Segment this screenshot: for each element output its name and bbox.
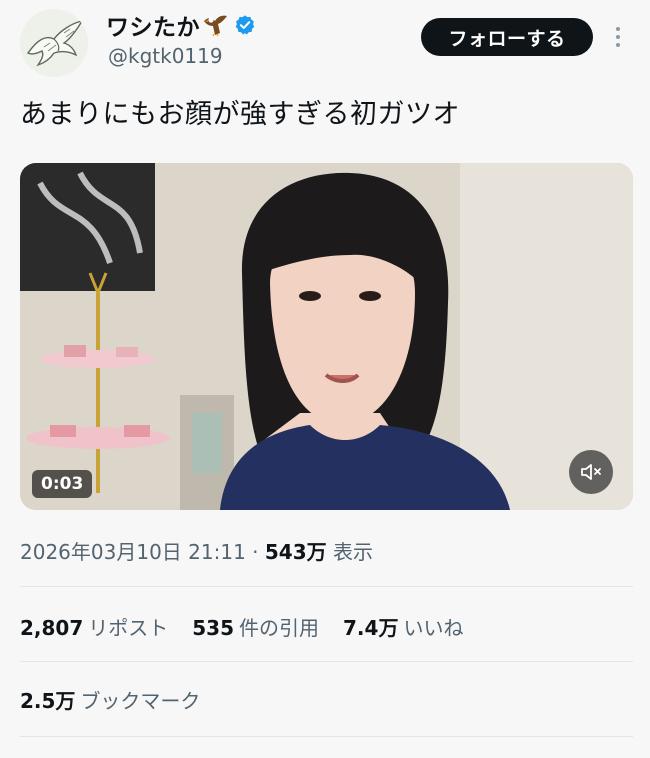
tweet-timestamp[interactable]: 2026年03月10日 21:11 <box>20 540 246 564</box>
divider <box>20 736 633 737</box>
bookmarks-count: 2.5万 <box>20 689 76 713</box>
tweet-meta: 2026年03月10日 21:11 · 543万 表示 <box>20 536 373 565</box>
reposts-stat[interactable]: 2,807 リポスト <box>20 612 168 641</box>
views-count: 543万 <box>264 540 327 564</box>
more-options-icon[interactable] <box>608 20 628 54</box>
divider <box>20 661 633 662</box>
verified-check-icon <box>235 15 255 35</box>
quotes-label: 件の引用 <box>239 616 320 640</box>
mute-toggle-button[interactable] <box>569 450 613 494</box>
speaker-muted-icon <box>581 464 601 480</box>
bookmarks-stat[interactable]: 2.5万 ブックマーク <box>20 685 200 714</box>
quotes-stat[interactable]: 535 件の引用 <box>192 612 319 641</box>
author-name-row: ワシたか <box>106 8 256 42</box>
divider <box>20 586 633 587</box>
video-player[interactable]: 0:03 <box>20 163 633 510</box>
likes-label: いいね <box>403 616 464 640</box>
tweet-header: ワシたか @kgtk0119 フォローする <box>0 0 650 86</box>
engagement-stats: 2,807 リポスト 535 件の引用 7.4万 いいね <box>20 612 487 641</box>
reposts-count: 2,807 <box>20 616 84 640</box>
author-avatar[interactable] <box>20 9 88 77</box>
eagle-avatar-icon <box>20 9 88 77</box>
meta-separator: · <box>252 540 259 564</box>
follow-button[interactable]: フォローする <box>421 18 593 56</box>
views-label: 表示 <box>332 540 373 564</box>
eagle-emoji-icon <box>204 15 227 37</box>
reposts-label: リポスト <box>88 616 169 640</box>
tweet-text: あまりにもお顔が強すぎる初ガツオ <box>20 99 460 130</box>
likes-stat[interactable]: 7.4万 いいね <box>343 612 463 641</box>
bookmarks-label: ブックマーク <box>80 689 201 713</box>
quotes-count: 535 <box>192 616 235 640</box>
video-duration: 0:03 <box>32 470 93 498</box>
video-frame <box>20 163 633 510</box>
author-display-name[interactable]: ワシたか <box>106 8 200 42</box>
author-handle[interactable]: @kgtk0119 <box>108 44 223 68</box>
likes-count: 7.4万 <box>343 616 399 640</box>
